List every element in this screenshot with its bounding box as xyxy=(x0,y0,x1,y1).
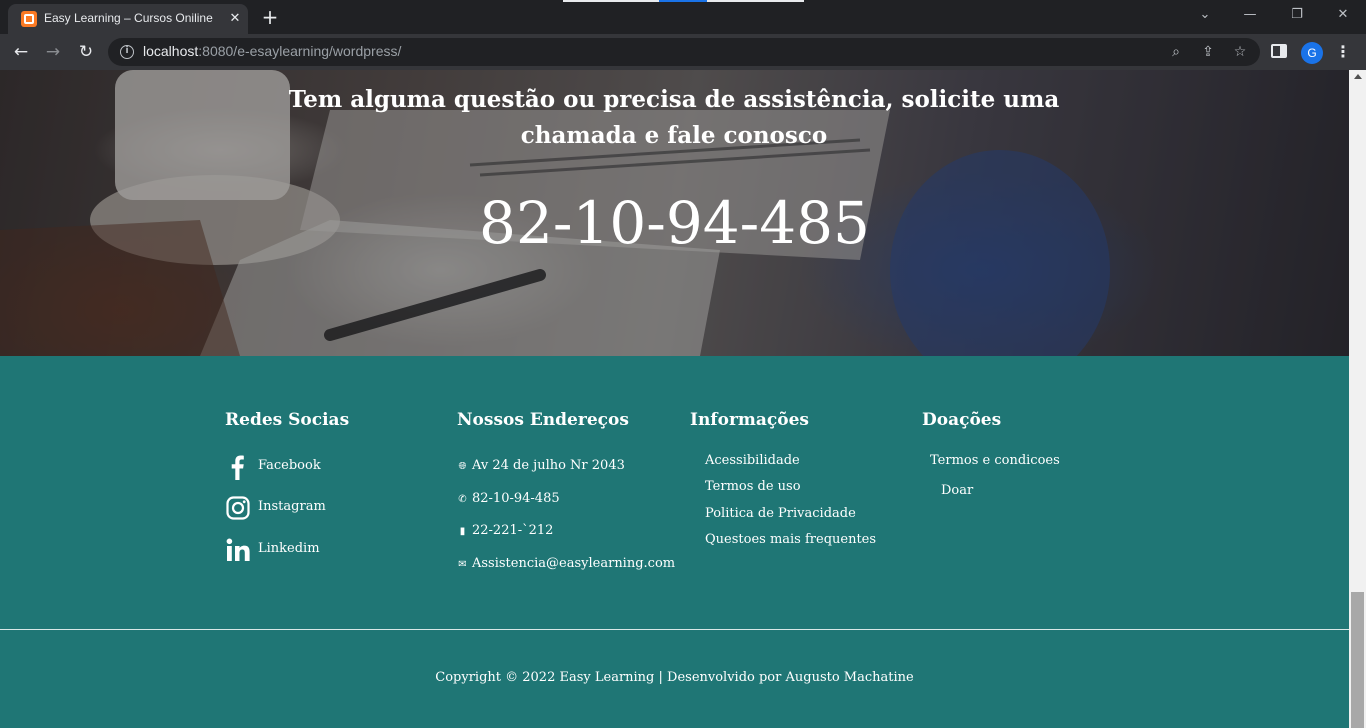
fax-document-icon: ▮ xyxy=(459,526,466,537)
envelope-icon: ✉ xyxy=(458,559,467,570)
email-item[interactable]: ✉ Assistencia@easylearning.com xyxy=(457,556,675,574)
close-tab-icon[interactable]: ✕ xyxy=(226,10,244,28)
linkedin-icon xyxy=(226,538,250,561)
addresses-column-title: Nossos Endereços xyxy=(457,410,629,430)
back-arrow-icon[interactable]: ← xyxy=(9,40,33,64)
link-termos-de-uso[interactable]: Termos de uso xyxy=(705,479,801,494)
browser-tab-active[interactable]: Easy Learning – Cursos Oniline ✕ xyxy=(8,4,248,34)
link-acessibilidade[interactable]: Acessibilidade xyxy=(705,453,800,468)
link-politica-privacidade[interactable]: Politica de Privacidade xyxy=(705,506,856,521)
hero-phone-number: 82-10-94-485 xyxy=(479,189,870,257)
social-label-instagram: Instagram xyxy=(258,499,326,514)
info-column-title: Informações xyxy=(690,410,809,430)
browser-tab-bar: Easy Learning – Cursos Oniline ✕ + ⌄ — ❐… xyxy=(0,0,1366,34)
url-text[interactable]: localhost:8080/e-esaylearning/wordpress/ xyxy=(143,43,401,59)
forward-arrow-icon[interactable]: → xyxy=(41,40,65,64)
new-tab-plus-icon[interactable]: + xyxy=(259,6,281,28)
minimize-window-icon[interactable]: — xyxy=(1236,4,1264,26)
page-viewport: Tem alguma questão ou precisa de assistê… xyxy=(0,70,1349,728)
tab-search-chevron-icon[interactable]: ⌄ xyxy=(1191,4,1219,26)
profile-avatar[interactable]: G xyxy=(1301,42,1323,64)
side-panel-icon[interactable] xyxy=(1271,44,1287,58)
facebook-icon xyxy=(231,455,244,480)
zoom-magnifier-icon[interactable]: ⌕ xyxy=(1166,42,1186,62)
footer-divider xyxy=(0,629,1349,630)
link-questoes-frequentes[interactable]: Questoes mais frequentes xyxy=(705,532,876,547)
close-window-icon[interactable]: ✕ xyxy=(1329,4,1357,26)
site-info-icon[interactable]: i xyxy=(120,45,134,59)
phone-icon: ✆ xyxy=(458,494,467,505)
xampp-favicon-icon xyxy=(21,11,37,27)
site-footer: Redes Socias Facebook Instagram Linkedim xyxy=(0,356,1349,728)
hero-question-text: Tem alguma questão ou precisa de assistê… xyxy=(288,86,1060,149)
social-column-title: Redes Socias xyxy=(225,410,350,430)
copyright-text: Copyright © 2022 Easy Learning | Desenvo… xyxy=(435,670,914,685)
bookmark-star-icon[interactable]: ☆ xyxy=(1230,42,1250,62)
share-icon[interactable]: ⇪ xyxy=(1198,42,1218,62)
instagram-icon xyxy=(226,496,250,520)
donations-column-title: Doações xyxy=(922,410,1002,430)
social-label-facebook: Facebook xyxy=(258,458,321,473)
page-scrollbar[interactable] xyxy=(1349,70,1366,728)
fax-item: ▮ 22-221-`212 xyxy=(457,523,554,541)
address-bar[interactable]: i localhost:8080/e-esaylearning/wordpres… xyxy=(108,38,1260,66)
restore-window-icon[interactable]: ❐ xyxy=(1283,4,1311,26)
globe-icon: 🌐︎ xyxy=(458,461,467,472)
link-doar[interactable]: Doar xyxy=(941,483,973,498)
contact-hero-banner: Tem alguma questão ou precisa de assistê… xyxy=(0,70,1349,356)
browser-toolbar: ← → ↻ i localhost:8080/e-esaylearning/wo… xyxy=(0,34,1366,70)
tab-title: Easy Learning – Cursos Oniline xyxy=(44,11,213,25)
scrollbar-thumb[interactable] xyxy=(1351,592,1364,728)
address-item: 🌐︎ Av 24 de julho Nr 2043 xyxy=(458,458,625,473)
link-termos-condicoes[interactable]: Termos e condicoes xyxy=(930,453,1060,468)
browser-menu-icon[interactable]: ⋮ xyxy=(1333,40,1353,64)
social-label-linkedin: Linkedim xyxy=(258,541,320,556)
phone-item: ✆ 82-10-94-485 xyxy=(458,491,560,506)
scroll-up-arrow-icon[interactable] xyxy=(1354,74,1362,79)
tab-strip-indicator xyxy=(563,0,804,2)
reload-icon[interactable]: ↻ xyxy=(74,40,98,64)
